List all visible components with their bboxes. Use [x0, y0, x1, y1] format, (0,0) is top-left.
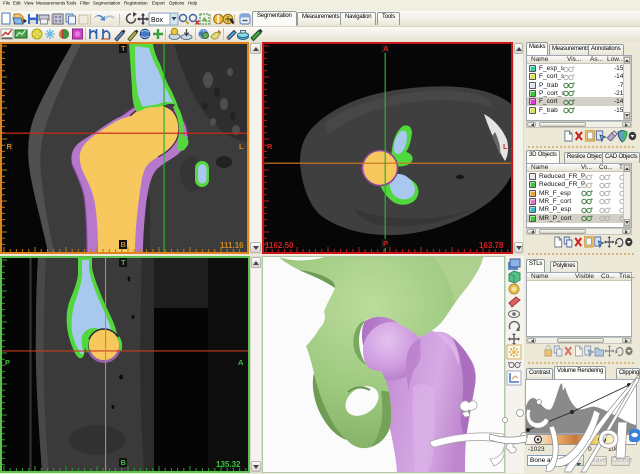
- svg-text:T: T: [121, 258, 126, 267]
- svg-text:111.16: 111.16: [220, 241, 244, 250]
- svg-text:B: B: [121, 240, 127, 249]
- svg-text:L: L: [503, 142, 508, 151]
- svg-text:R: R: [267, 142, 273, 151]
- svg-text:L: L: [239, 142, 244, 151]
- svg-text:135.32: 135.32: [216, 460, 241, 469]
- svg-text:Box: Box: [151, 17, 164, 24]
- svg-text:A: A: [383, 44, 389, 53]
- svg-text:1162.50: 1162.50: [265, 241, 294, 250]
- svg-text:R: R: [7, 142, 13, 151]
- svg-text:P: P: [5, 358, 10, 367]
- svg-text:A: A: [238, 358, 244, 367]
- svg-text:T: T: [121, 44, 126, 53]
- svg-text:P: P: [383, 239, 388, 248]
- svg-text:B: B: [121, 458, 127, 467]
